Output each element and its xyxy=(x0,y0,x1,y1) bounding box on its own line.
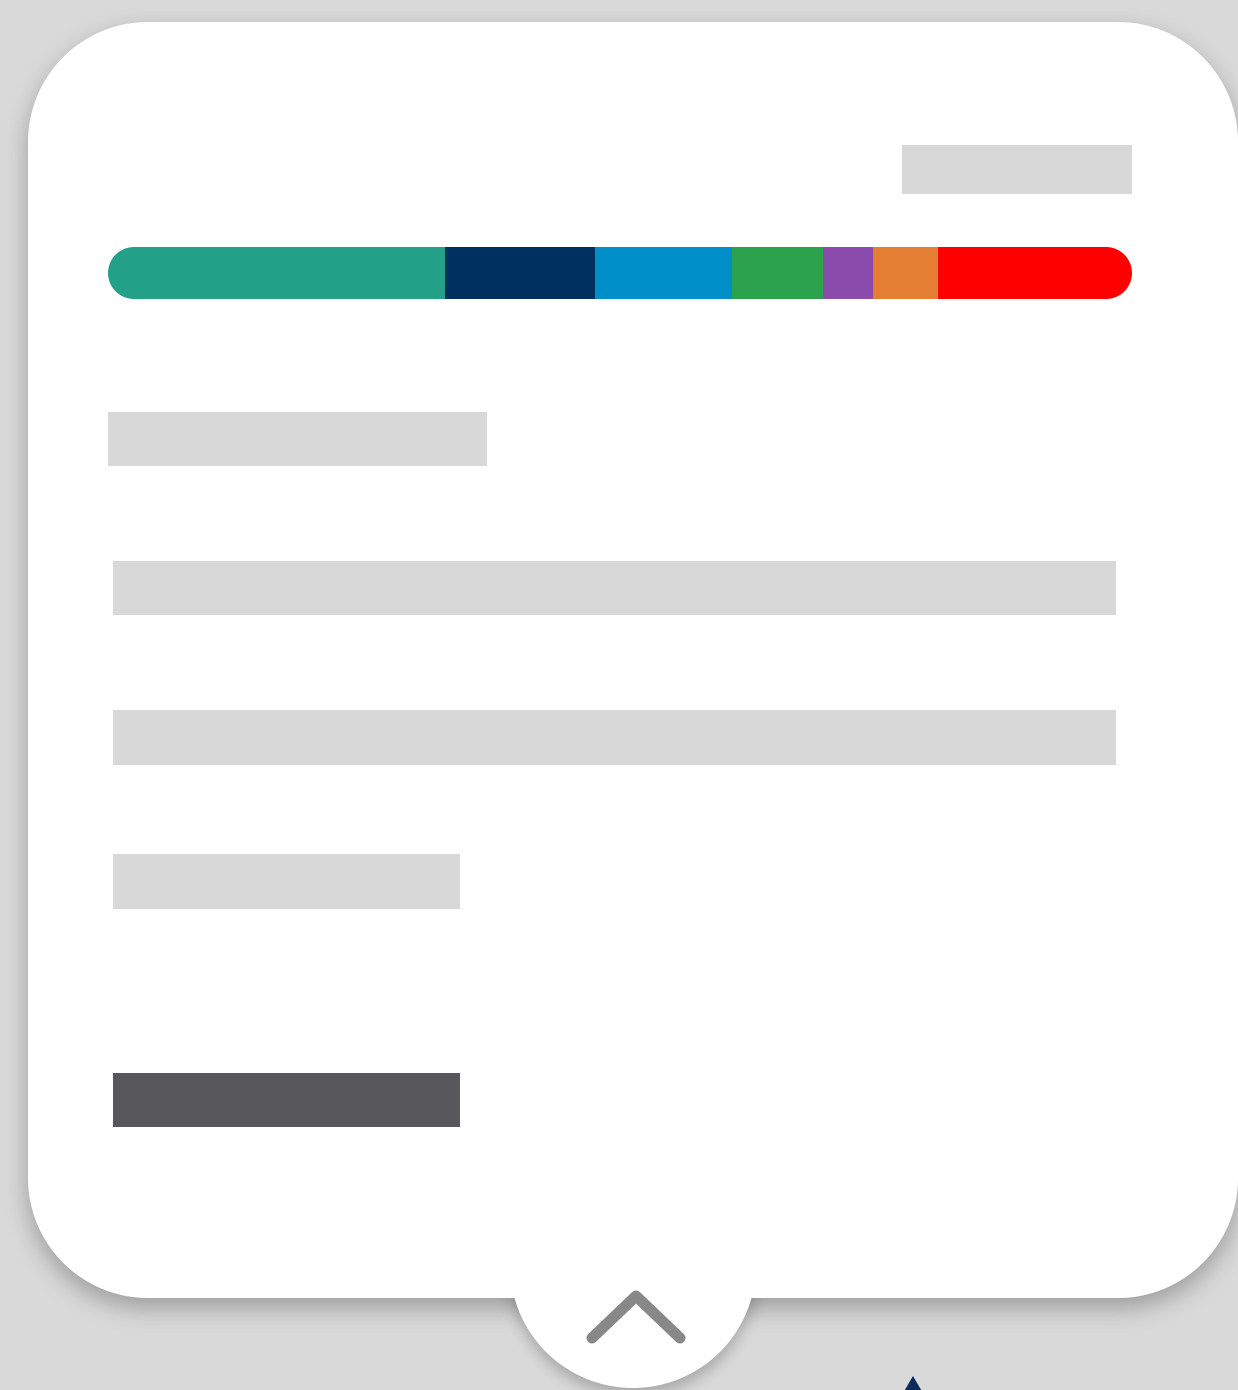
scale-segment-navy xyxy=(444,247,596,299)
value-placeholder xyxy=(902,145,1132,194)
scale-segment-purple xyxy=(822,247,873,299)
text-line-2 xyxy=(113,710,1116,765)
scale-segment-orange xyxy=(872,247,939,299)
marker-triangle-icon xyxy=(899,1376,927,1390)
scale-segment-red xyxy=(938,247,1132,299)
stage xyxy=(0,0,1238,1390)
chevron-up-icon[interactable] xyxy=(584,1286,688,1350)
action-button[interactable] xyxy=(113,1073,460,1127)
scale-segment-teal xyxy=(108,247,445,299)
title-placeholder xyxy=(108,412,487,466)
color-scale-bar xyxy=(108,247,1132,299)
collapse-tab-join xyxy=(500,1150,766,1298)
scale-segment-green xyxy=(731,247,823,299)
text-line-1 xyxy=(113,561,1116,615)
scale-segment-blue xyxy=(595,247,732,299)
text-line-3 xyxy=(113,854,460,909)
